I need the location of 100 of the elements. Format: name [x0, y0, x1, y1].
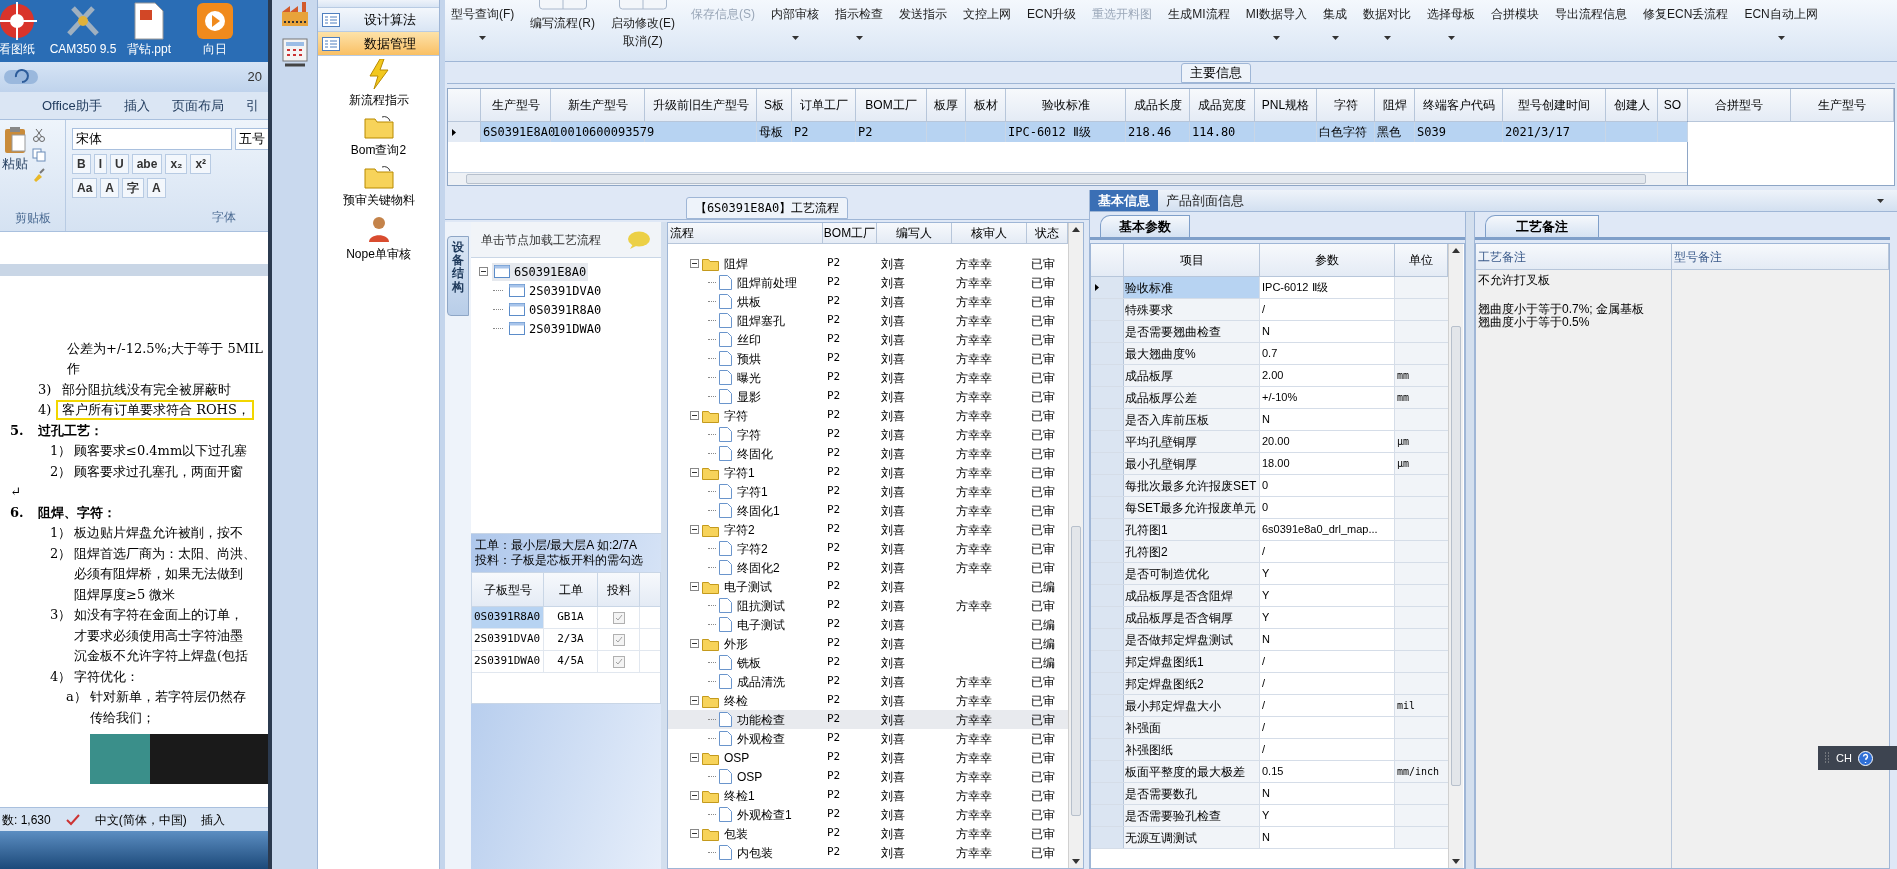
column-header[interactable]: S板 [757, 89, 792, 121]
table-row[interactable]: 6S0391E8A010010600093579 母板 P2 P2 IPC-6012 Ⅱ级 218.46 114.80 白色字符 黑色 S039 2021/3/17 [448, 122, 1687, 142]
table-row[interactable]: 阻抗测试 P2 刘喜 方幸幸 已审 [668, 596, 1068, 615]
vertical-scrollbar[interactable] [1068, 223, 1083, 868]
checkbox[interactable] [612, 655, 625, 668]
table-row[interactable]: 内包装 P2 刘喜 方幸幸 已审 [668, 843, 1068, 862]
table-row[interactable]: 邦定焊盘图纸1 / [1091, 651, 1448, 673]
column-header[interactable]: BOM工厂 [856, 89, 927, 121]
table-row[interactable]: 孔符图1 6s0391e8a0_drl_map... [1091, 519, 1448, 541]
column-header[interactable]: 字符 [1317, 89, 1375, 121]
format-button[interactable]: Aa [72, 178, 98, 198]
collapse-icon[interactable] [479, 267, 488, 276]
table-row[interactable]: 终固化 P2 刘喜 方幸幸 已审 [668, 444, 1068, 463]
ribbon-tab[interactable]: 引 [245, 95, 259, 119]
format-button[interactable]: x₂ [165, 154, 188, 174]
format-button[interactable]: I [93, 154, 107, 174]
toolbar-button[interactable]: 导出流程信息 [1553, 0, 1630, 58]
table-row[interactable]: 阻焊塞孔 P2 刘喜 方幸幸 已审 [668, 311, 1068, 330]
table-row[interactable]: 终检 P2 刘喜 方幸幸 已审 [668, 691, 1068, 710]
column-header[interactable]: 创建人 [1606, 89, 1658, 121]
table-row[interactable]: 验收标准 IPC-6012 Ⅱ级 [1091, 277, 1448, 299]
toolbar-button[interactable]: 生成MI流程 [1166, 0, 1232, 58]
tab[interactable]: 产品剖面信息 [1158, 190, 1252, 211]
table-row[interactable]: 补强图纸 / [1091, 739, 1448, 761]
column-header[interactable]: 流程 [668, 223, 823, 243]
column-header[interactable]: BOM工厂 [823, 223, 877, 243]
table-row[interactable]: 阻焊 P2 刘喜 方幸幸 已审 [668, 254, 1068, 273]
language-bar[interactable]: CH [1818, 746, 1897, 770]
collapse-icon[interactable] [690, 525, 699, 534]
font-name-field[interactable]: 宋体 [72, 128, 232, 150]
table-row[interactable]: OSP P2 刘喜 方幸幸 已审 [668, 748, 1068, 767]
table-row[interactable]: 电子测试 P2 刘喜 已编 [668, 577, 1068, 596]
table-row[interactable]: 功能检查 P2 刘喜 方幸幸 已审 [668, 710, 1068, 729]
ribbon-tab[interactable]: 插入 [123, 95, 150, 119]
table-row[interactable]: 板面平整度的最大极差 0.15 mm/inch [1091, 761, 1448, 783]
paste-button[interactable]: 粘贴 [2, 126, 28, 182]
nav-tool[interactable]: Nope单审核 [318, 212, 439, 266]
format-button[interactable]: A [100, 178, 119, 198]
column-header[interactable]: 终端客户代码 [1415, 89, 1503, 121]
table-row[interactable]: 烘板 P2 刘喜 方幸幸 已审 [668, 292, 1068, 311]
table-row[interactable]: 邦定焊盘图纸2 / [1091, 673, 1448, 695]
format-button[interactable]: A [147, 178, 166, 198]
factory-icon[interactable] [279, 2, 310, 28]
toolbar-button[interactable]: 数据对比 [1361, 0, 1414, 58]
font-size-field[interactable]: 五号 [235, 128, 268, 150]
table-row[interactable]: 预烘 P2 刘喜 方幸幸 已审 [668, 349, 1068, 368]
table-row[interactable]: 成品板厚公差 +/-10% mm [1091, 387, 1448, 409]
toolbar-button[interactable]: 发送指示 [897, 0, 949, 58]
column-header[interactable]: 投料 [598, 573, 640, 606]
column-header[interactable]: 工单 [544, 573, 598, 606]
table-row[interactable]: 是否入库前压板 N [1091, 409, 1448, 431]
desktop-icon-label[interactable]: 看图纸 [0, 40, 35, 58]
column-header[interactable]: 成品长度 [1126, 89, 1190, 121]
undo-icon[interactable] [4, 69, 38, 85]
table-row[interactable]: 成品板厚是否含阻焊 Y [1091, 585, 1448, 607]
toolbar-button[interactable]: MI数据导入 [1243, 0, 1310, 58]
format-button[interactable]: 字 [122, 178, 144, 198]
collapse-icon[interactable] [690, 259, 699, 268]
column-header[interactable]: 编写人 [877, 223, 952, 243]
toolbar-button[interactable]: 合拼模块 [1489, 0, 1542, 58]
toolbar-button[interactable]: 内部审核 [769, 0, 821, 58]
brush-icon[interactable] [32, 168, 46, 182]
nav-item[interactable]: 数据管理 [318, 32, 439, 56]
toolbar-button[interactable]: 启动修改(E) 取消(Z) [609, 0, 677, 58]
column-header[interactable]: 型号备注 [1672, 244, 1889, 269]
table-row[interactable]: 特殊要求 / [1091, 299, 1448, 321]
ribbon-tab[interactable]: Office助手 [42, 95, 102, 119]
table-row[interactable]: 丝印 P2 刘喜 方幸幸 已审 [668, 330, 1068, 349]
table-row[interactable]: 字符 P2 刘喜 方幸幸 已审 [668, 406, 1068, 425]
column-header[interactable]: 工艺备注 [1476, 244, 1672, 269]
table-row[interactable]: 每SET最多允许报废单元 0 [1091, 497, 1448, 519]
nav-tool[interactable]: Bom查询2 [318, 112, 439, 162]
scissors-icon[interactable] [32, 128, 46, 142]
table-row[interactable]: 孔符图2 / [1091, 541, 1448, 563]
table-row[interactable]: 包装 P2 刘喜 方幸幸 已审 [668, 824, 1068, 843]
collapse-icon[interactable] [690, 829, 699, 838]
column-header[interactable]: 升级前旧生产型号 [645, 89, 757, 121]
tree-node[interactable]: 2S0391DWA0 [507, 319, 604, 338]
column-header[interactable]: 参数 [1260, 244, 1395, 276]
toolbar-button[interactable]: ECN升级 [1025, 0, 1079, 58]
tab[interactable]: 工艺备注 [1485, 215, 1599, 237]
table-row[interactable]: 每批次最多允许报废SET 0 [1091, 475, 1448, 497]
column-header[interactable]: 板厚 [927, 89, 966, 121]
table-row[interactable]: 是否需要翘曲检查 N [1091, 321, 1448, 343]
format-button[interactable]: U [110, 154, 129, 174]
table-row[interactable]: 无源互调测试 N [1091, 827, 1448, 849]
scroll-down-icon[interactable] [1452, 859, 1460, 864]
desktop-icon-label[interactable]: 向日 [203, 40, 227, 58]
table-row[interactable]: 终固化1 P2 刘喜 方幸幸 已审 [668, 501, 1068, 520]
horizontal-scrollbar[interactable] [448, 172, 1687, 185]
toolbar-button[interactable]: 型号查询(F) [449, 0, 517, 58]
nav-tool[interactable]: 预审关键物料 [318, 162, 439, 212]
toolbar-button[interactable]: 指示检查 [833, 0, 885, 58]
table-row[interactable]: 是否可制造优化 Y [1091, 563, 1448, 585]
toolbar-button[interactable]: 集成 [1321, 0, 1350, 58]
tree-node[interactable]: 6S0391E8A0 [492, 262, 589, 281]
table-row[interactable]: OSP P2 刘喜 方幸幸 已审 [668, 767, 1068, 786]
table-row[interactable]: 是否需要数孔 N [1091, 783, 1448, 805]
collapse-icon[interactable] [690, 468, 699, 477]
table-cell[interactable]: 0S0391R8A0 [472, 607, 544, 628]
